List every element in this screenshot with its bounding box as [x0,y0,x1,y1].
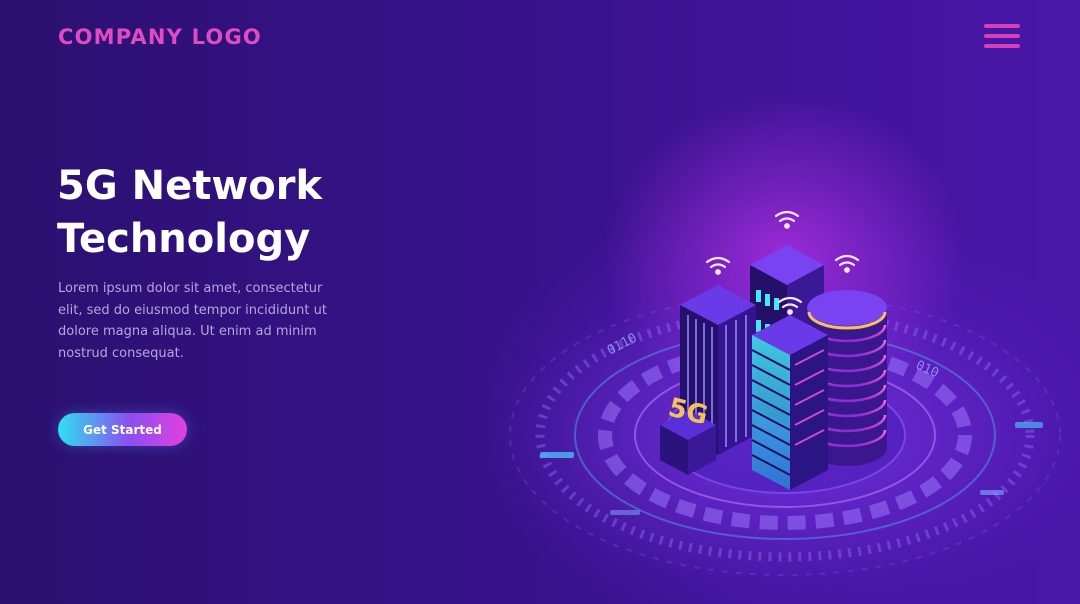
hero-title: 5G Network Technology [57,160,377,266]
wifi-signal-icon [705,256,731,275]
hero-description: Lorem ipsum dolor sit amet, consectetur … [58,281,327,361]
get-started-button[interactable]: Get Started [58,413,187,446]
skyscraper-front [751,315,828,490]
hamburger-menu-icon[interactable] [982,22,1022,50]
wifi-signal-icon [834,254,860,273]
company-logo[interactable]: COMPANY LOGO [58,25,262,49]
menu-line [984,44,1020,48]
5g-city-illustration: 0110 010 5G [495,210,1075,585]
wifi-signal-icon [774,210,800,229]
landing-page: COMPANY LOGO 5G Network Technology Lorem… [0,0,1080,604]
hero-title-line-2: Technology [57,216,311,262]
hero-title-line-1: 5G Network [57,163,323,209]
menu-line [984,34,1020,38]
menu-line [984,24,1020,28]
